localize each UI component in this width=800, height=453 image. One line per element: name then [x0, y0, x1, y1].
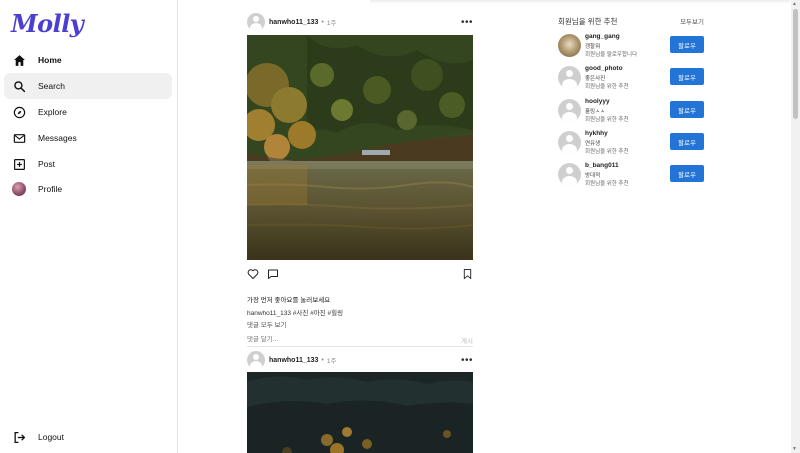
post-time: 1주 [326, 358, 337, 365]
avatar [12, 182, 26, 196]
suggestion-reason: 회원님을 위한 추천 [585, 181, 629, 187]
avatar[interactable] [247, 13, 265, 31]
nav-label-logout: Logout [38, 432, 64, 442]
compass-icon [12, 105, 26, 119]
avatar[interactable] [558, 163, 581, 186]
comment-post-button[interactable]: 게시 [461, 335, 473, 345]
scroll-up-icon[interactable]: ▲ [792, 1, 797, 7]
suggestions-header: 회원님을 위한 추천 모두보기 [558, 15, 704, 27]
follow-button[interactable]: 팔로우 [670, 36, 704, 53]
add-post-icon [12, 157, 26, 171]
post-username[interactable]: hanwho11_133 [269, 19, 318, 26]
suggestion-username[interactable]: b_bang011 [585, 162, 619, 169]
post-image[interactable] [247, 35, 473, 260]
post-separator: • [321, 356, 324, 364]
see-all-link[interactable]: 모두보기 [680, 16, 704, 26]
comment-input[interactable] [247, 336, 462, 343]
suggestion-item: hykhhy 연유생 회원님을 위한 추천 팔로우 [558, 130, 704, 156]
caption-tags[interactable]: #사진 #아진 #힐링 [293, 310, 343, 317]
suggestion-item: hoolyyy 훌링ㅅㅅ 회원님을 위한 추천 팔로우 [558, 98, 704, 124]
suggestion-reason: 회원님을 팔로우합니다 [585, 52, 638, 58]
suggestion-reason: 회원님을 위한 추천 [585, 117, 629, 123]
profile-avatar-icon [12, 182, 26, 196]
scrollbar-thumb[interactable] [793, 9, 798, 119]
nav-label-profile: Profile [38, 184, 63, 194]
suggestion-reason: 회원님을 위한 추천 [585, 149, 629, 155]
comment-icon[interactable] [267, 267, 279, 285]
nav-item-explore[interactable]: Explore [4, 99, 172, 125]
post-header: hanwho11_133 • 1주 ••• [247, 12, 473, 32]
nav-item-search[interactable]: Search [4, 73, 172, 99]
home-icon [12, 53, 26, 67]
nav-item-logout[interactable]: Logout [4, 424, 172, 450]
suggestion-username[interactable]: good_photo [585, 65, 623, 72]
logout-icon [12, 430, 26, 444]
comment-row: 게시 [247, 333, 473, 347]
suggestion-display-name: 방대적 [585, 173, 601, 179]
follow-button[interactable]: 팔로우 [670, 133, 704, 150]
avatar[interactable] [558, 99, 581, 122]
nav-label-search: Search [38, 81, 65, 91]
avatar[interactable] [247, 351, 265, 369]
feed-post: hanwho11_133 • 1주 ••• [247, 350, 473, 453]
follow-button[interactable]: 팔로우 [670, 101, 704, 118]
likes-text: 가장 먼저 좋아요를 눌러보세요 [247, 297, 331, 304]
post-header: hanwho11_133 • 1주 ••• [247, 350, 473, 370]
suggestions-panel: 회원님을 위한 추천 모두보기 gang_gang 갱할뭐 회원님을 팔로우합니… [558, 15, 704, 187]
suggestion-reason: 회원님을 위한 추천 [585, 84, 629, 90]
suggestion-item: gang_gang 갱할뭐 회원님을 팔로우합니다 팔로우 [558, 33, 704, 59]
suggestion-display-name: 훌링ㅅㅅ [585, 109, 606, 115]
suggestion-display-name: 연유생 [585, 141, 601, 147]
post-separator: • [321, 18, 324, 26]
suggestion-display-name: 갱할뭐 [585, 44, 601, 50]
view-comments-link[interactable]: 댓글 모두 보기 [247, 319, 287, 329]
nav-label-home: Home [38, 55, 62, 65]
more-options-icon[interactable]: ••• [461, 17, 473, 28]
follow-button[interactable]: 팔로우 [670, 68, 704, 85]
avatar[interactable] [558, 34, 581, 57]
caption-username[interactable]: hanwho11_133 [247, 310, 291, 317]
nav-item-post[interactable]: Post [4, 151, 172, 177]
more-options-icon[interactable]: ••• [461, 355, 473, 366]
post-time: 1주 [326, 20, 337, 27]
nav-label-post: Post [38, 159, 56, 169]
post-image[interactable] [247, 372, 473, 453]
sidebar: Molly Home Search Explore Messages Post … [0, 0, 178, 453]
suggestions-title: 회원님을 위한 추천 [558, 16, 618, 26]
nav-label-messages: Messages [38, 133, 77, 143]
follow-button[interactable]: 팔로우 [670, 165, 704, 182]
suggestion-item: good_photo 좋은사진 회원님을 위한 추천 팔로우 [558, 65, 704, 91]
heart-icon[interactable] [247, 267, 259, 285]
bookmark-icon[interactable] [462, 267, 473, 285]
suggestion-display-name: 좋은사진 [585, 76, 606, 82]
page-scrollbar[interactable]: ▲ ▼ [791, 0, 800, 453]
app-root: Molly Home Search Explore Messages Post … [0, 0, 800, 453]
top-shadow [370, 0, 790, 4]
nav-item-home[interactable]: Home [4, 47, 172, 73]
avatar[interactable] [558, 131, 581, 154]
post-username[interactable]: hanwho11_133 [269, 357, 318, 364]
nav-item-profile[interactable]: Profile [4, 176, 172, 202]
nav-label-explore: Explore [38, 107, 67, 117]
scroll-down-icon[interactable]: ▼ [792, 446, 797, 452]
suggestion-item: b_bang011 방대적 회원님을 위한 추천 팔로우 [558, 162, 704, 188]
search-icon [12, 79, 26, 93]
app-logo[interactable]: Molly [11, 9, 84, 38]
mail-icon [12, 131, 26, 145]
avatar[interactable] [558, 66, 581, 89]
post-actions [247, 267, 473, 281]
suggestion-username[interactable]: hykhhy [585, 130, 608, 137]
post-caption: hanwho11_133 #사진 #아진 #힐링 [247, 307, 343, 317]
suggestion-username[interactable]: hoolyyy [585, 98, 610, 105]
nav-item-messages[interactable]: Messages [4, 125, 172, 151]
suggestion-username[interactable]: gang_gang [585, 33, 620, 40]
feed-post: hanwho11_133 • 1주 ••• [247, 12, 473, 347]
